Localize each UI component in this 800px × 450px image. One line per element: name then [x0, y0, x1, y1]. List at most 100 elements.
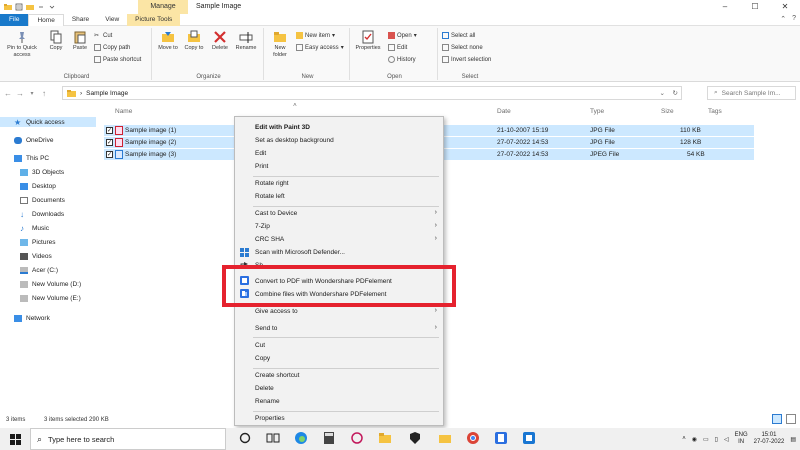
manage-tab[interactable]: Manage [138, 0, 188, 14]
clock[interactable]: 15:01 27-07-2022 [754, 432, 785, 446]
search-input[interactable]: Search Sample Im... [722, 90, 781, 97]
move-to-button[interactable]: Move to [156, 30, 180, 52]
menu-item-create-shortcut[interactable]: Create shortcut [255, 372, 299, 379]
nav-item-pictures[interactable]: Pictures [20, 239, 55, 246]
checkbox[interactable]: ✓ [106, 151, 113, 158]
properties-icon[interactable] [15, 3, 23, 11]
checkbox[interactable]: ✓ [106, 127, 113, 134]
location-icon[interactable]: ◉ [692, 436, 697, 443]
paste-shortcut-button[interactable]: Paste shortcut [94, 56, 141, 63]
checkbox[interactable]: ✓ [106, 139, 113, 146]
easy-access-button[interactable]: Easy access ▾ [296, 44, 344, 51]
start-button[interactable] [0, 428, 30, 450]
refresh-icon[interactable]: ↻ [673, 89, 678, 97]
forward-button[interactable]: → [14, 89, 26, 98]
calculator-icon[interactable] [322, 431, 336, 445]
new-folder-button[interactable]: New folder [268, 30, 292, 59]
pin-quick-access-button[interactable]: Pin to Quick access [2, 30, 42, 59]
file-explorer-icon[interactable] [378, 431, 392, 445]
task-view-icon[interactable] [266, 431, 280, 445]
nav-item-desktop[interactable]: Desktop [20, 183, 56, 190]
copy-path-button[interactable]: Copy path [94, 44, 130, 51]
select-all-button[interactable]: Select all [442, 32, 475, 39]
rename-button[interactable]: Rename [234, 30, 258, 52]
chevron-up-icon[interactable]: ⌃ [780, 15, 786, 23]
battery-icon[interactable]: ▯ [715, 436, 718, 443]
menu-item-copy[interactable]: Copy [255, 355, 270, 362]
menu-item-send-to[interactable]: Send to [255, 325, 277, 332]
chevron-down-icon[interactable]: ⌄ [660, 89, 665, 97]
column-header-date[interactable]: Date [497, 108, 511, 115]
tab-view[interactable]: View [97, 14, 127, 26]
edit-button[interactable]: Edit [388, 44, 407, 51]
menu-item-print[interactable]: Print [255, 163, 268, 170]
nav-item-acer-c[interactable]: Acer (C:) [20, 267, 58, 274]
recent-locations-button[interactable]: ▾ [26, 90, 38, 97]
menu-item-edit-paint3d[interactable]: Edit with Paint 3D [255, 124, 310, 131]
notification-icon[interactable]: ▤ [790, 436, 796, 443]
invert-selection-button[interactable]: Invert selection [442, 56, 491, 63]
edge-icon[interactable] [294, 431, 308, 445]
nav-item-music[interactable]: ♪ Music [20, 225, 49, 233]
large-icons-view-icon[interactable] [786, 414, 796, 424]
tab-home[interactable]: Home [28, 13, 64, 26]
tab-picture-tools[interactable]: Picture Tools [127, 13, 181, 26]
nav-item-onedrive[interactable]: OneDrive [14, 137, 53, 144]
delete-button[interactable]: Delete [208, 30, 232, 52]
menu-item-crc-sha[interactable]: CRC SHA [255, 236, 284, 243]
properties-button[interactable]: Properties [352, 30, 384, 52]
nav-item-3d-objects[interactable]: 3D Objects [20, 169, 64, 176]
copy-to-button[interactable]: Copy to [182, 30, 206, 52]
volume-icon[interactable]: ◁ [724, 436, 729, 443]
menu-item-give-access[interactable]: Give access to [255, 308, 298, 315]
details-view-icon[interactable] [772, 414, 782, 424]
menu-item-edit[interactable]: Edit [255, 150, 266, 157]
new-folder-icon[interactable] [26, 3, 34, 11]
undo-icon[interactable] [37, 3, 45, 11]
paste-button[interactable]: Paste [68, 30, 92, 52]
new-item-button[interactable]: New item ▾ [296, 32, 335, 39]
address-bar[interactable]: › Sample Image ⌄ ↻ [62, 86, 682, 100]
menu-item-cut[interactable]: Cut [255, 342, 265, 349]
network-icon[interactable]: ▭ [703, 436, 709, 443]
column-header-name[interactable]: Name [115, 108, 132, 115]
nav-item-quick-access[interactable]: ★ Quick access [0, 117, 96, 127]
menu-item-cast[interactable]: Cast to Device [255, 210, 297, 217]
snipping-tool-icon[interactable] [350, 431, 364, 445]
up-button[interactable]: ↑ [38, 89, 50, 98]
pdfelement-icon[interactable] [494, 431, 508, 445]
breadcrumb[interactable]: Sample Image [86, 90, 128, 97]
menu-item-rotate-left[interactable]: Rotate left [255, 193, 285, 200]
nav-item-volume-d[interactable]: New Volume (D:) [20, 281, 81, 288]
menu-item-7zip[interactable]: 7-Zip [255, 223, 270, 230]
nav-item-network[interactable]: Network [14, 315, 50, 322]
minimize-button[interactable]: – [710, 0, 740, 14]
cortana-icon[interactable] [238, 431, 252, 445]
back-button[interactable]: ← [2, 89, 14, 98]
nav-item-this-pc[interactable]: This PC [14, 155, 49, 162]
language-indicator[interactable]: ENG IN [735, 432, 748, 446]
nav-item-documents[interactable]: Documents [20, 197, 65, 204]
column-header-type[interactable]: Type [590, 108, 604, 115]
security-icon[interactable] [408, 431, 422, 445]
menu-item-rename[interactable]: Rename [255, 398, 280, 405]
menu-item-rotate-right[interactable]: Rotate right [255, 180, 289, 187]
app-icon[interactable] [522, 431, 536, 445]
menu-item-delete[interactable]: Delete [255, 385, 274, 392]
help-icon[interactable]: ? [792, 15, 796, 23]
cut-button[interactable]: ✂ Cut [94, 32, 112, 40]
nav-item-downloads[interactable]: ↓ Downloads [20, 211, 64, 219]
copy-button[interactable]: Copy [44, 30, 68, 52]
menu-item-set-background[interactable]: Set as desktop background [255, 137, 334, 144]
column-header-size[interactable]: Size [661, 108, 674, 115]
taskbar-search-input[interactable]: Type here to search [48, 435, 114, 444]
tab-file[interactable]: File [0, 13, 29, 26]
chevron-up-icon[interactable]: ˄ [682, 436, 686, 442]
chevron-down-icon[interactable] [48, 3, 56, 11]
chrome-icon[interactable] [466, 431, 480, 445]
tab-share[interactable]: Share [64, 14, 97, 26]
close-button[interactable]: ✕ [770, 0, 800, 14]
maximize-button[interactable]: ☐ [740, 0, 770, 14]
menu-item-scan-defender[interactable]: Scan with Microsoft Defender... [255, 249, 345, 256]
nav-item-videos[interactable]: Videos [20, 253, 52, 260]
